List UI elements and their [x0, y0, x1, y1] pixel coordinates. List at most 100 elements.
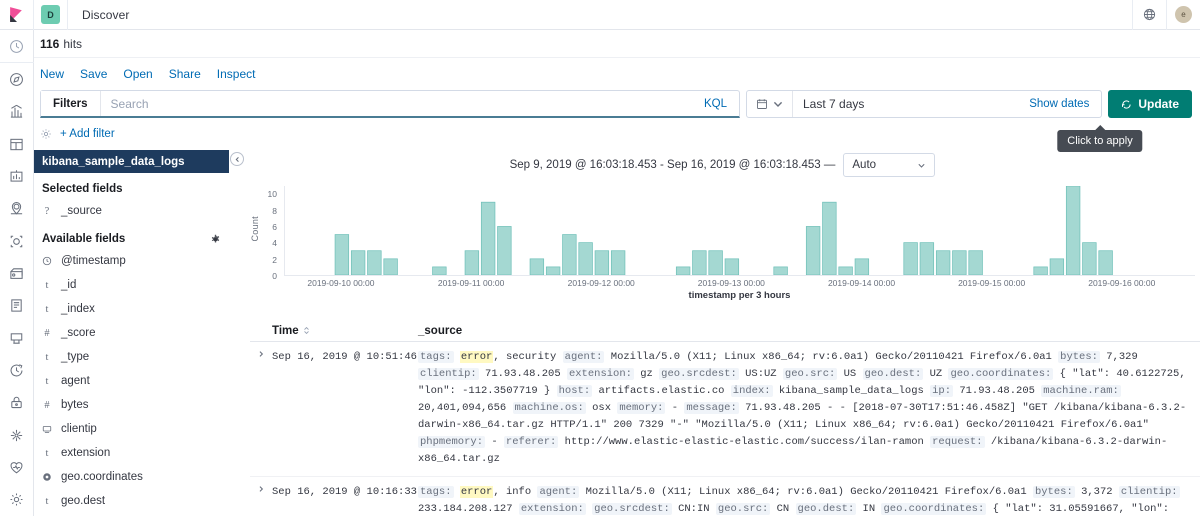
- field-settings-icon[interactable]: [210, 234, 221, 245]
- sidebar-item-monitoring[interactable]: [0, 451, 34, 483]
- sidebar-item-maps[interactable]: [0, 193, 34, 225]
- histogram-bar[interactable]: [480, 201, 496, 275]
- histogram-bar[interactable]: [822, 201, 837, 275]
- field-row[interactable]: t _id: [34, 273, 239, 297]
- sidebar-item-recently-viewed[interactable]: [0, 30, 34, 62]
- histogram-bar[interactable]: [838, 266, 853, 275]
- histogram-bar[interactable]: [805, 226, 821, 275]
- histogram-bar[interactable]: [935, 250, 951, 275]
- histogram-bar[interactable]: [562, 234, 577, 275]
- save-link[interactable]: Save: [80, 67, 107, 81]
- histogram-bar[interactable]: [724, 258, 740, 275]
- user-menu-button[interactable]: e: [1166, 0, 1200, 30]
- y-axis-ticks: 0 2 4 6 8 10: [258, 186, 280, 281]
- histogram-bar[interactable]: [1098, 250, 1113, 275]
- histogram-bar[interactable]: [578, 242, 593, 275]
- index-pattern-selector[interactable]: kibana_sample_data_logs: [34, 150, 229, 173]
- histogram-bar[interactable]: [692, 250, 707, 275]
- field-row[interactable]: # bytes: [34, 393, 239, 417]
- date-range-text[interactable]: Last 7 days: [793, 97, 864, 111]
- histogram-bar[interactable]: [497, 226, 512, 275]
- histogram-bar[interactable]: [529, 258, 545, 275]
- histogram-bar[interactable]: [594, 250, 610, 275]
- source-field-key: host:: [556, 385, 593, 397]
- inspect-link[interactable]: Inspect: [217, 67, 256, 81]
- histogram-bar[interactable]: [854, 258, 870, 275]
- histogram-bar[interactable]: [968, 250, 983, 275]
- histogram-bar[interactable]: [919, 242, 935, 275]
- add-filter-button[interactable]: + Add filter: [60, 128, 115, 140]
- field-row[interactable]: ? _source: [34, 199, 239, 223]
- sidebar-item-apm[interactable]: [0, 322, 34, 354]
- date-quick-menu-button[interactable]: [747, 91, 793, 117]
- field-row[interactable]: geo.coordinates: [34, 465, 239, 489]
- field-row[interactable]: clientip: [34, 417, 239, 441]
- sidebar-item-logs[interactable]: [0, 290, 34, 322]
- y-tick: 4: [272, 238, 277, 249]
- globe-button[interactable]: [1132, 0, 1166, 30]
- search-input[interactable]: [100, 91, 692, 116]
- histogram-bar[interactable]: [1033, 266, 1048, 275]
- histogram-bar[interactable]: [464, 250, 480, 275]
- sidebar-item-uptime[interactable]: [0, 354, 34, 386]
- histogram-bar[interactable]: [610, 250, 626, 275]
- histogram-bar[interactable]: [773, 266, 788, 275]
- field-row[interactable]: t extension: [34, 441, 239, 465]
- share-link[interactable]: Share: [169, 67, 201, 81]
- open-link[interactable]: Open: [123, 67, 152, 81]
- sidebar-item-visualize[interactable]: [0, 96, 34, 128]
- sidebar-item-management[interactable]: [0, 484, 34, 516]
- field-name: geo.coordinates: [61, 471, 143, 483]
- new-link[interactable]: New: [40, 67, 64, 81]
- expand-row-button[interactable]: [250, 349, 272, 468]
- histogram-bar[interactable]: [903, 242, 918, 275]
- histogram-bars[interactable]: [285, 186, 1195, 275]
- field-row[interactable]: t _index: [34, 297, 239, 321]
- field-name: extension: [61, 447, 111, 459]
- field-type-icon: t: [45, 495, 49, 507]
- kibana-logo[interactable]: [0, 0, 34, 30]
- histogram-bar[interactable]: [350, 250, 366, 275]
- field-row[interactable]: t _type: [34, 345, 239, 369]
- time-column-header[interactable]: Time: [250, 325, 418, 337]
- logs-icon: [11, 299, 22, 312]
- update-button[interactable]: Update: [1108, 90, 1192, 118]
- sidebar-item-machine-learning[interactable]: [0, 225, 34, 257]
- histogram-bar[interactable]: [1082, 242, 1097, 275]
- sidebar-item-dev-tools[interactable]: [0, 419, 34, 451]
- sidebar-item-dashboard[interactable]: [0, 128, 34, 160]
- query-language-button[interactable]: KQL: [692, 91, 739, 116]
- sidebar-item-canvas[interactable]: [0, 160, 34, 192]
- filters-tab[interactable]: Filters: [41, 91, 101, 116]
- field-row[interactable]: # _score: [34, 321, 239, 345]
- field-row[interactable]: t agent: [34, 369, 239, 393]
- histogram-bar[interactable]: [1049, 258, 1065, 275]
- sidebar-item-siem[interactable]: [0, 387, 34, 419]
- show-dates-button[interactable]: Show dates: [1029, 98, 1101, 110]
- source-field-key: tags:: [418, 486, 454, 498]
- x-tick: 2019-09-16 00:00: [1088, 278, 1156, 288]
- histogram-bar[interactable]: [545, 266, 561, 275]
- histogram-bar[interactable]: [1065, 186, 1081, 275]
- source-field-key: request:: [930, 436, 985, 448]
- sidebar-item-discover[interactable]: [0, 63, 34, 95]
- field-row[interactable]: @timestamp: [34, 249, 239, 273]
- dashboard-icon: [10, 138, 23, 150]
- date-picker[interactable]: Last 7 days Show dates: [746, 90, 1103, 118]
- sidebar-item-infrastructure[interactable]: [0, 257, 34, 289]
- histogram-bar[interactable]: [432, 266, 447, 275]
- histogram-bar[interactable]: [675, 266, 691, 275]
- table-row[interactable]: Sep 16, 2019 @ 10:51:46.458 tags: error, …: [250, 342, 1200, 477]
- table-row[interactable]: Sep 16, 2019 @ 10:16:33.850 tags: error, …: [250, 477, 1200, 516]
- histogram-bar[interactable]: [334, 234, 350, 275]
- histogram-bar[interactable]: [952, 250, 967, 275]
- collapse-sidebar-button[interactable]: [230, 152, 244, 166]
- gear-icon[interactable]: [40, 128, 52, 140]
- interval-select[interactable]: Auto: [843, 153, 936, 177]
- expand-row-button[interactable]: [250, 484, 272, 516]
- histogram-bar[interactable]: [383, 258, 398, 275]
- histogram-bar[interactable]: [367, 250, 382, 275]
- histogram-bar[interactable]: [708, 250, 723, 275]
- field-row[interactable]: t geo.dest: [34, 489, 239, 513]
- chevron-right-icon: [259, 486, 264, 492]
